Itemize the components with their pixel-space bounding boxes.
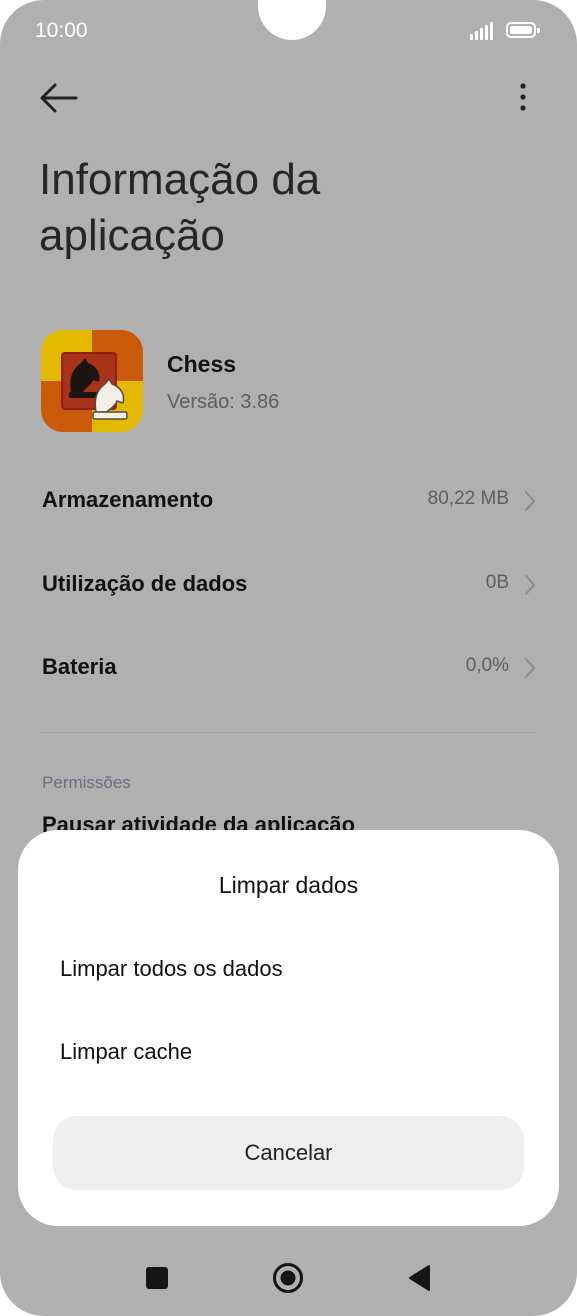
storage-row[interactable]: Armazenamento 80,22 MB	[0, 471, 577, 531]
clear-all-data-label: Limpar todos os dados	[60, 956, 283, 981]
phone-screen: 10:00 Informação da aplicação Chess Vers…	[0, 0, 577, 1316]
chess-app-icon	[41, 330, 143, 432]
battery-label: Bateria	[42, 654, 117, 679]
more-vertical-icon	[520, 83, 526, 111]
permissions-header: Permissões	[42, 773, 131, 792]
triangle-back-icon[interactable]	[407, 1264, 431, 1292]
chevron-right-icon	[525, 658, 535, 678]
back-button[interactable]	[38, 78, 80, 118]
circle-icon[interactable]	[272, 1262, 304, 1294]
arrow-left-icon	[40, 83, 78, 113]
cancel-button[interactable]: Cancelar	[53, 1116, 524, 1190]
sheet-title: Limpar dados	[218, 872, 359, 898]
data-usage-row[interactable]: Utilização de dados 0B	[0, 555, 577, 615]
more-options-button[interactable]	[507, 78, 539, 118]
signal-icon	[470, 22, 498, 40]
clear-cache-label: Limpar cache	[60, 1039, 193, 1064]
clear-cache-option[interactable]: Limpar cache	[18, 1019, 559, 1083]
section-divider	[42, 732, 536, 733]
square-icon[interactable]	[146, 1267, 168, 1289]
clear-all-data-option[interactable]: Limpar todos os dados	[18, 936, 559, 1000]
chevron-right-icon	[525, 491, 535, 511]
battery-row[interactable]: Bateria 0,0%	[0, 638, 577, 698]
page-title: Informação da aplicação	[39, 155, 321, 260]
navigation-bar	[0, 1240, 577, 1316]
chevron-right-icon	[525, 575, 535, 595]
storage-value: 80,22 MB	[427, 488, 509, 509]
battery-icon	[506, 22, 540, 38]
data-usage-value: 0B	[485, 572, 509, 593]
storage-label: Armazenamento	[42, 487, 214, 512]
battery-value: 0,0%	[465, 655, 509, 676]
app-name: Chess	[167, 351, 237, 377]
data-usage-label: Utilização de dados	[42, 571, 248, 596]
app-version: Versão: 3.86	[167, 391, 280, 413]
clear-data-sheet: Limpar dados Limpar todos os dados Limpa…	[18, 830, 559, 1226]
top-app-bar	[0, 70, 577, 126]
status-time: 10:00	[35, 19, 88, 42]
